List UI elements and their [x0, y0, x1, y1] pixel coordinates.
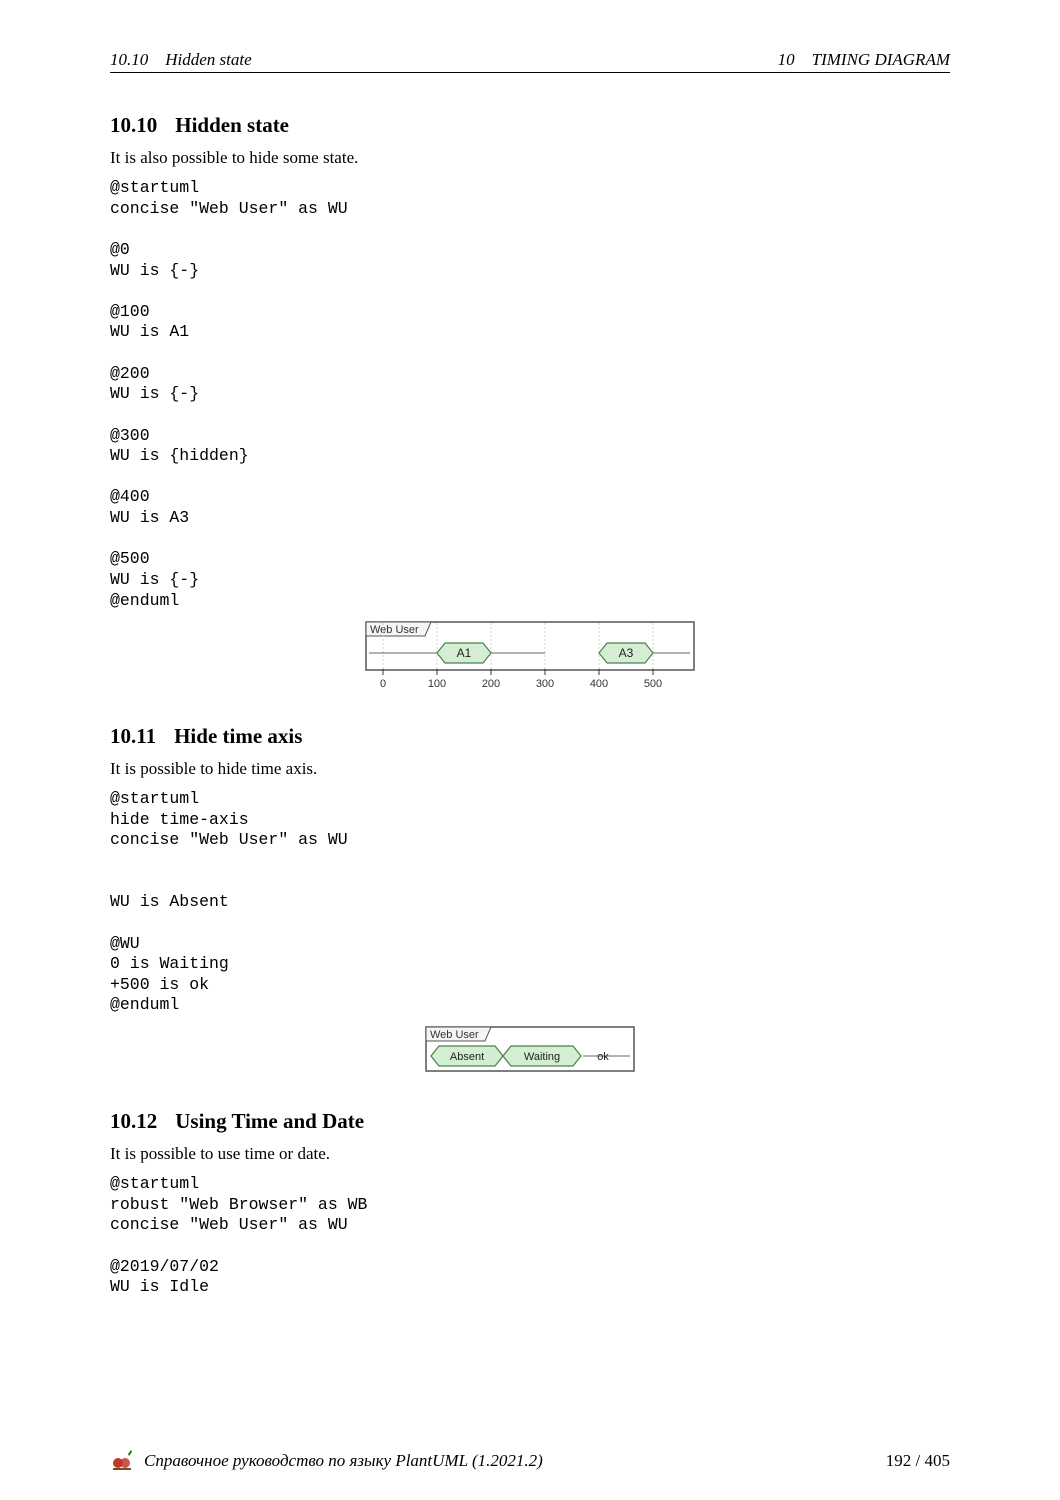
section-intro: It is possible to use time or date. — [110, 1144, 950, 1164]
code-block: @startuml concise "Web User" as WU @0 WU… — [110, 178, 950, 611]
page: 10.10 Hidden state 10 TIMING DIAGRAM 10.… — [0, 0, 1060, 1500]
caption-text: Web User — [370, 624, 419, 636]
tick-label: 500 — [644, 678, 662, 690]
state-ok-label: ok — [597, 1051, 609, 1063]
section-heading-10-12: 10.12 Using Time and Date — [110, 1109, 950, 1134]
diagram-hide-time-axis: Web User Absent Waiting ok — [110, 1026, 950, 1081]
state-waiting-label: Waiting — [524, 1051, 560, 1063]
state-absent-label: Absent — [450, 1051, 484, 1063]
diagram-hidden-state: Web User A1 A3 0 — [110, 621, 950, 696]
tick-label: 200 — [482, 678, 500, 690]
section-intro: It is also possible to hide some state. — [110, 148, 950, 168]
state-a3-label: A3 — [619, 646, 634, 660]
caption-text: Web User — [430, 1029, 479, 1041]
timing-diagram-svg: Web User Absent Waiting ok — [425, 1026, 635, 1076]
tick-label: 300 — [536, 678, 554, 690]
section-num: 10.12 — [110, 1109, 157, 1133]
code-block: @startuml robust "Web Browser" as WB con… — [110, 1174, 950, 1298]
section-title: Hide time axis — [174, 724, 302, 748]
section-title: Hidden state — [175, 113, 289, 137]
header-chapter-num: 10 — [778, 50, 795, 69]
section-num: 10.10 — [110, 113, 157, 137]
footer-left: Справочное руководство по языку PlantUML… — [110, 1450, 543, 1472]
header-right: 10 TIMING DIAGRAM — [778, 50, 950, 70]
section-heading-10-11: 10.11 Hide time axis — [110, 724, 950, 749]
section-heading-10-10: 10.10 Hidden state — [110, 113, 950, 138]
header-section-num: 10.10 — [110, 50, 148, 69]
page-footer: Справочное руководство по языку PlantUML… — [110, 1450, 950, 1472]
state-a1-label: A1 — [457, 646, 472, 660]
timing-diagram-svg: Web User A1 A3 0 — [365, 621, 695, 691]
footer-page: 192 / 405 — [886, 1451, 950, 1471]
plantuml-icon — [110, 1450, 136, 1472]
section-num: 10.11 — [110, 724, 156, 748]
header-chapter-title: TIMING DIAGRAM — [812, 50, 950, 69]
axis: 0 100 200 300 400 500 — [380, 669, 662, 690]
tick-label: 0 — [380, 678, 386, 690]
page-header: 10.10 Hidden state 10 TIMING DIAGRAM — [110, 50, 950, 73]
header-section-title: Hidden state — [165, 50, 251, 69]
header-left: 10.10 Hidden state — [110, 50, 252, 70]
section-intro: It is possible to hide time axis. — [110, 759, 950, 779]
footer-text: Справочное руководство по языку PlantUML… — [144, 1451, 543, 1471]
tick-label: 100 — [428, 678, 446, 690]
section-title: Using Time and Date — [175, 1109, 364, 1133]
tick-label: 400 — [590, 678, 608, 690]
code-block: @startuml hide time-axis concise "Web Us… — [110, 789, 950, 1016]
